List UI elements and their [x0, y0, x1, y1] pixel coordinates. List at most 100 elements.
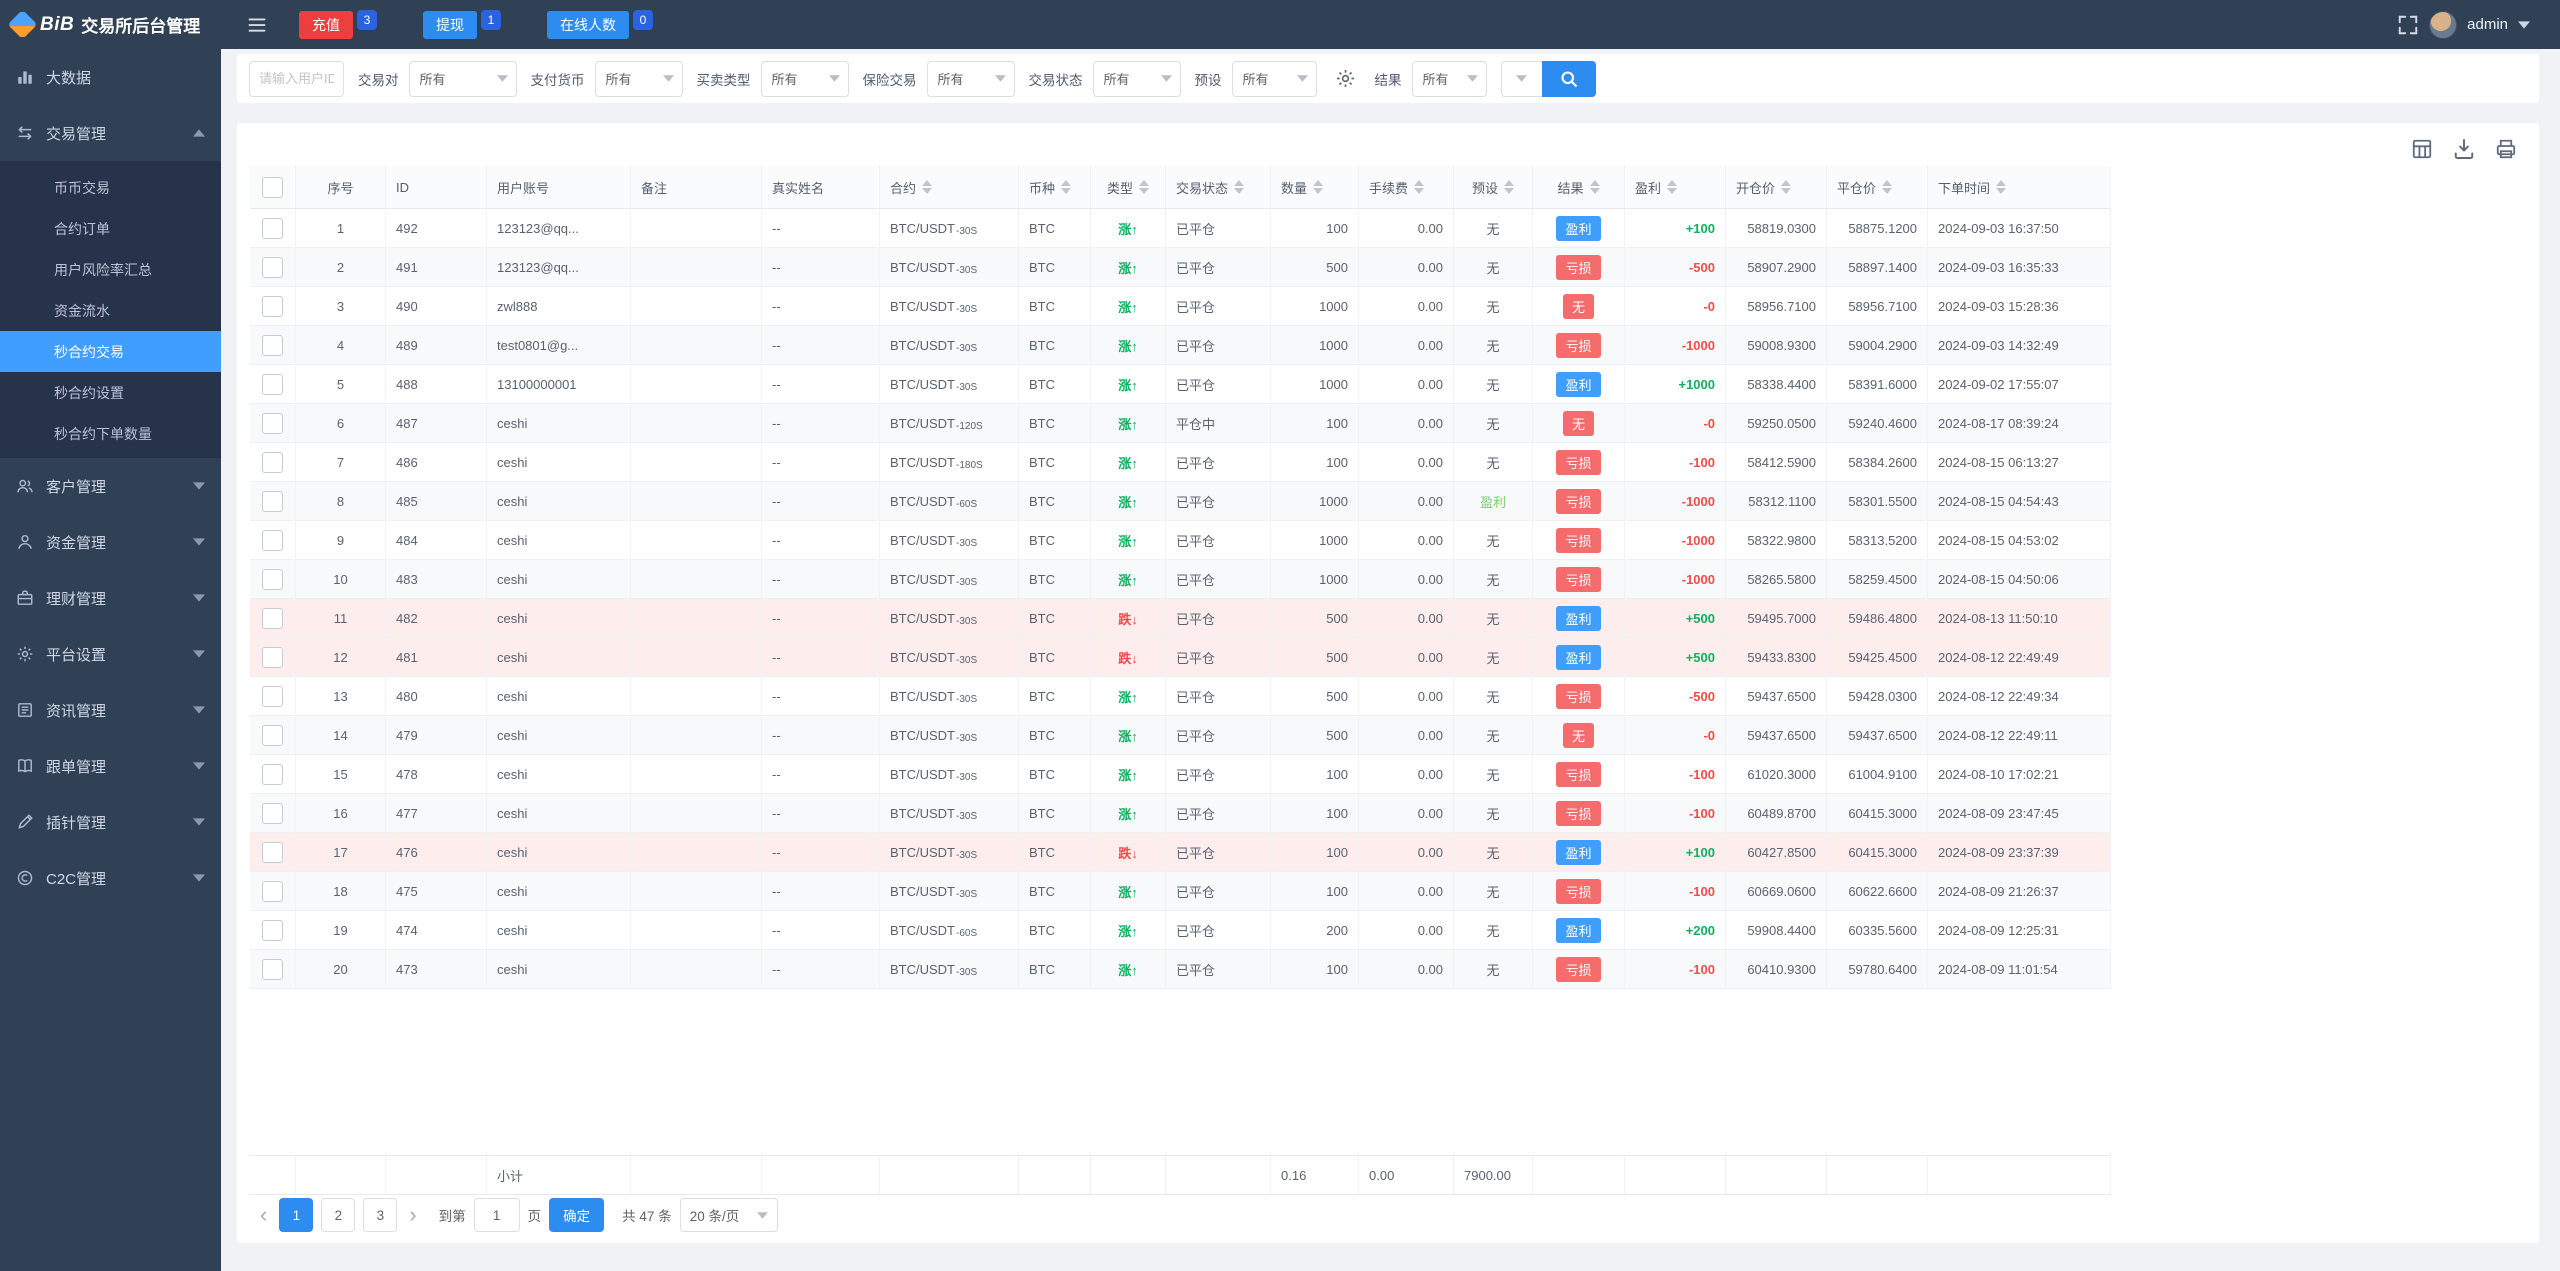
page-button-3[interactable]: 3 — [363, 1198, 398, 1232]
filter-select-trade-status[interactable]: 所有 — [1092, 60, 1181, 97]
sort-icon[interactable] — [1414, 180, 1425, 194]
sort-icon[interactable] — [1781, 180, 1792, 194]
column-header-close_price[interactable]: 平仓价 — [1827, 166, 1928, 208]
sidebar-item-news-management[interactable]: 资讯管理 — [0, 682, 221, 738]
row-checkbox[interactable] — [262, 880, 283, 902]
sort-icon[interactable] — [1996, 180, 2007, 194]
row-checkbox[interactable] — [262, 412, 283, 434]
row-checkbox[interactable] — [262, 646, 283, 668]
sidebar-subitem-funds-flow[interactable]: 资金流水 — [0, 290, 221, 331]
sidebar-item-big-data[interactable]: 大数据 — [0, 49, 221, 105]
contract-name: BTC/USDT — [890, 220, 955, 236]
export-download-icon[interactable] — [2452, 137, 2476, 161]
row-checkbox[interactable] — [262, 607, 283, 629]
column-header-amount[interactable]: 数量 — [1271, 166, 1359, 208]
filter-settings-gear-icon[interactable] — [1331, 64, 1361, 94]
row-checkbox[interactable] — [262, 490, 283, 512]
column-header-open_price[interactable]: 开仓价 — [1726, 166, 1827, 208]
sort-icon[interactable] — [922, 180, 933, 194]
row-checkbox[interactable] — [262, 529, 283, 551]
withdraw-button[interactable]: 提现 — [423, 10, 477, 39]
column-header-remark[interactable]: 备注 — [631, 166, 762, 208]
sidebar-subitem-second-contract-settings[interactable]: 秒合约设置 — [0, 372, 221, 413]
online-users-button[interactable]: 在线人数 — [547, 10, 629, 39]
row-checkbox[interactable] — [262, 373, 283, 395]
sort-icon[interactable] — [1139, 180, 1149, 194]
sidebar-subitem-contract-orders[interactable]: 合约订单 — [0, 208, 221, 249]
column-header-select[interactable] — [250, 166, 296, 208]
column-header-coin[interactable]: 币种 — [1019, 166, 1091, 208]
filter-select-pair[interactable]: 所有 — [408, 60, 517, 97]
sort-icon[interactable] — [1667, 180, 1678, 194]
filter-select-preset[interactable]: 所有 — [1231, 60, 1317, 97]
row-checkbox[interactable] — [262, 919, 283, 941]
filter-select-result[interactable]: 所有 — [1411, 60, 1487, 97]
filter-select-insurance[interactable]: 所有 — [926, 60, 1015, 97]
row-checkbox[interactable] — [262, 841, 283, 863]
sort-icon[interactable] — [1234, 180, 1245, 194]
filter-select-trade-type[interactable]: 所有 — [760, 60, 849, 97]
filter-select-pay-currency[interactable]: 所有 — [594, 60, 683, 97]
sort-icon[interactable] — [1589, 180, 1600, 194]
sidebar-item-wealth-management[interactable]: 理财管理 — [0, 570, 221, 626]
chevron-down-icon[interactable] — [2518, 20, 2530, 29]
sidebar-item-pin-management[interactable]: 插针管理 — [0, 794, 221, 850]
sidebar-item-funds-management[interactable]: 资金管理 — [0, 514, 221, 570]
columns-grid-icon[interactable] — [2410, 137, 2434, 161]
row-checkbox[interactable] — [262, 802, 283, 824]
page-button-2[interactable]: 2 — [321, 1198, 356, 1232]
column-header-preset[interactable]: 预设 — [1454, 166, 1533, 208]
row-checkbox[interactable] — [262, 256, 283, 278]
sidebar-toggle-icon[interactable] — [247, 15, 267, 35]
column-header-contract[interactable]: 合约 — [880, 166, 1019, 208]
sidebar-item-platform-settings[interactable]: 平台设置 — [0, 626, 221, 682]
row-checkbox[interactable] — [262, 295, 283, 317]
sort-icon[interactable] — [1882, 180, 1893, 194]
user-id-input[interactable] — [249, 60, 344, 97]
column-label: 下单时间 — [1938, 180, 1991, 196]
column-header-account[interactable]: 用户账号 — [487, 166, 631, 208]
row-checkbox[interactable] — [262, 958, 283, 980]
column-header-result[interactable]: 结果 — [1533, 166, 1625, 208]
recharge-button[interactable]: 充值 — [299, 10, 353, 39]
prev-page-icon[interactable]: ‹ — [256, 1204, 271, 1226]
row-checkbox[interactable] — [262, 724, 283, 746]
sort-icon[interactable] — [1504, 180, 1514, 194]
goto-page-input[interactable] — [473, 1198, 520, 1232]
sidebar-subitem-second-contract-trade[interactable]: 秒合约交易 — [0, 331, 221, 372]
row-checkbox[interactable] — [262, 217, 283, 239]
next-page-icon[interactable]: › — [405, 1204, 420, 1226]
column-header-id[interactable]: ID — [386, 166, 487, 208]
fullscreen-icon[interactable] — [2397, 14, 2419, 36]
sort-icon[interactable] — [1313, 180, 1324, 194]
sidebar-item-trade-management[interactable]: 交易管理 — [0, 105, 221, 161]
user-name[interactable]: admin — [2467, 16, 2508, 33]
confirm-button[interactable]: 确定 — [549, 1198, 605, 1232]
sidebar-item-c2c-management[interactable]: C2C管理 — [0, 850, 221, 906]
sort-icon[interactable] — [1061, 180, 1072, 194]
column-header-realname[interactable]: 真实姓名 — [762, 166, 880, 208]
row-checkbox[interactable] — [262, 568, 283, 590]
sidebar-subitem-user-risk-summary[interactable]: 用户风险率汇总 — [0, 249, 221, 290]
user-avatar[interactable] — [2429, 10, 2458, 39]
row-checkbox[interactable] — [262, 685, 283, 707]
column-header-index[interactable]: 序号 — [296, 166, 386, 208]
search-button[interactable] — [1541, 60, 1596, 97]
per-page-select[interactable]: 20 条/页 — [679, 1198, 779, 1232]
column-header-profit[interactable]: 盈利 — [1625, 166, 1726, 208]
page-button-1[interactable]: 1 — [279, 1198, 314, 1232]
sidebar-item-customer-management[interactable]: 客户管理 — [0, 458, 221, 514]
column-header-order_time[interactable]: 下单时间 — [1928, 166, 2111, 208]
column-header-status[interactable]: 交易状态 — [1166, 166, 1271, 208]
column-header-fee[interactable]: 手续费 — [1359, 166, 1454, 208]
row-checkbox[interactable] — [262, 763, 283, 785]
row-checkbox[interactable] — [262, 451, 283, 473]
search-type-select[interactable] — [1500, 60, 1542, 97]
sidebar-subitem-second-contract-order-qty[interactable]: 秒合约下单数量 — [0, 413, 221, 454]
print-icon[interactable] — [2494, 137, 2518, 161]
row-checkbox[interactable] — [262, 334, 283, 356]
select-all-checkbox[interactable] — [262, 176, 283, 198]
column-header-type[interactable]: 类型 — [1091, 166, 1166, 208]
sidebar-item-follow-management[interactable]: 跟单管理 — [0, 738, 221, 794]
sidebar-subitem-coin-trade[interactable]: 币币交易 — [0, 167, 221, 208]
